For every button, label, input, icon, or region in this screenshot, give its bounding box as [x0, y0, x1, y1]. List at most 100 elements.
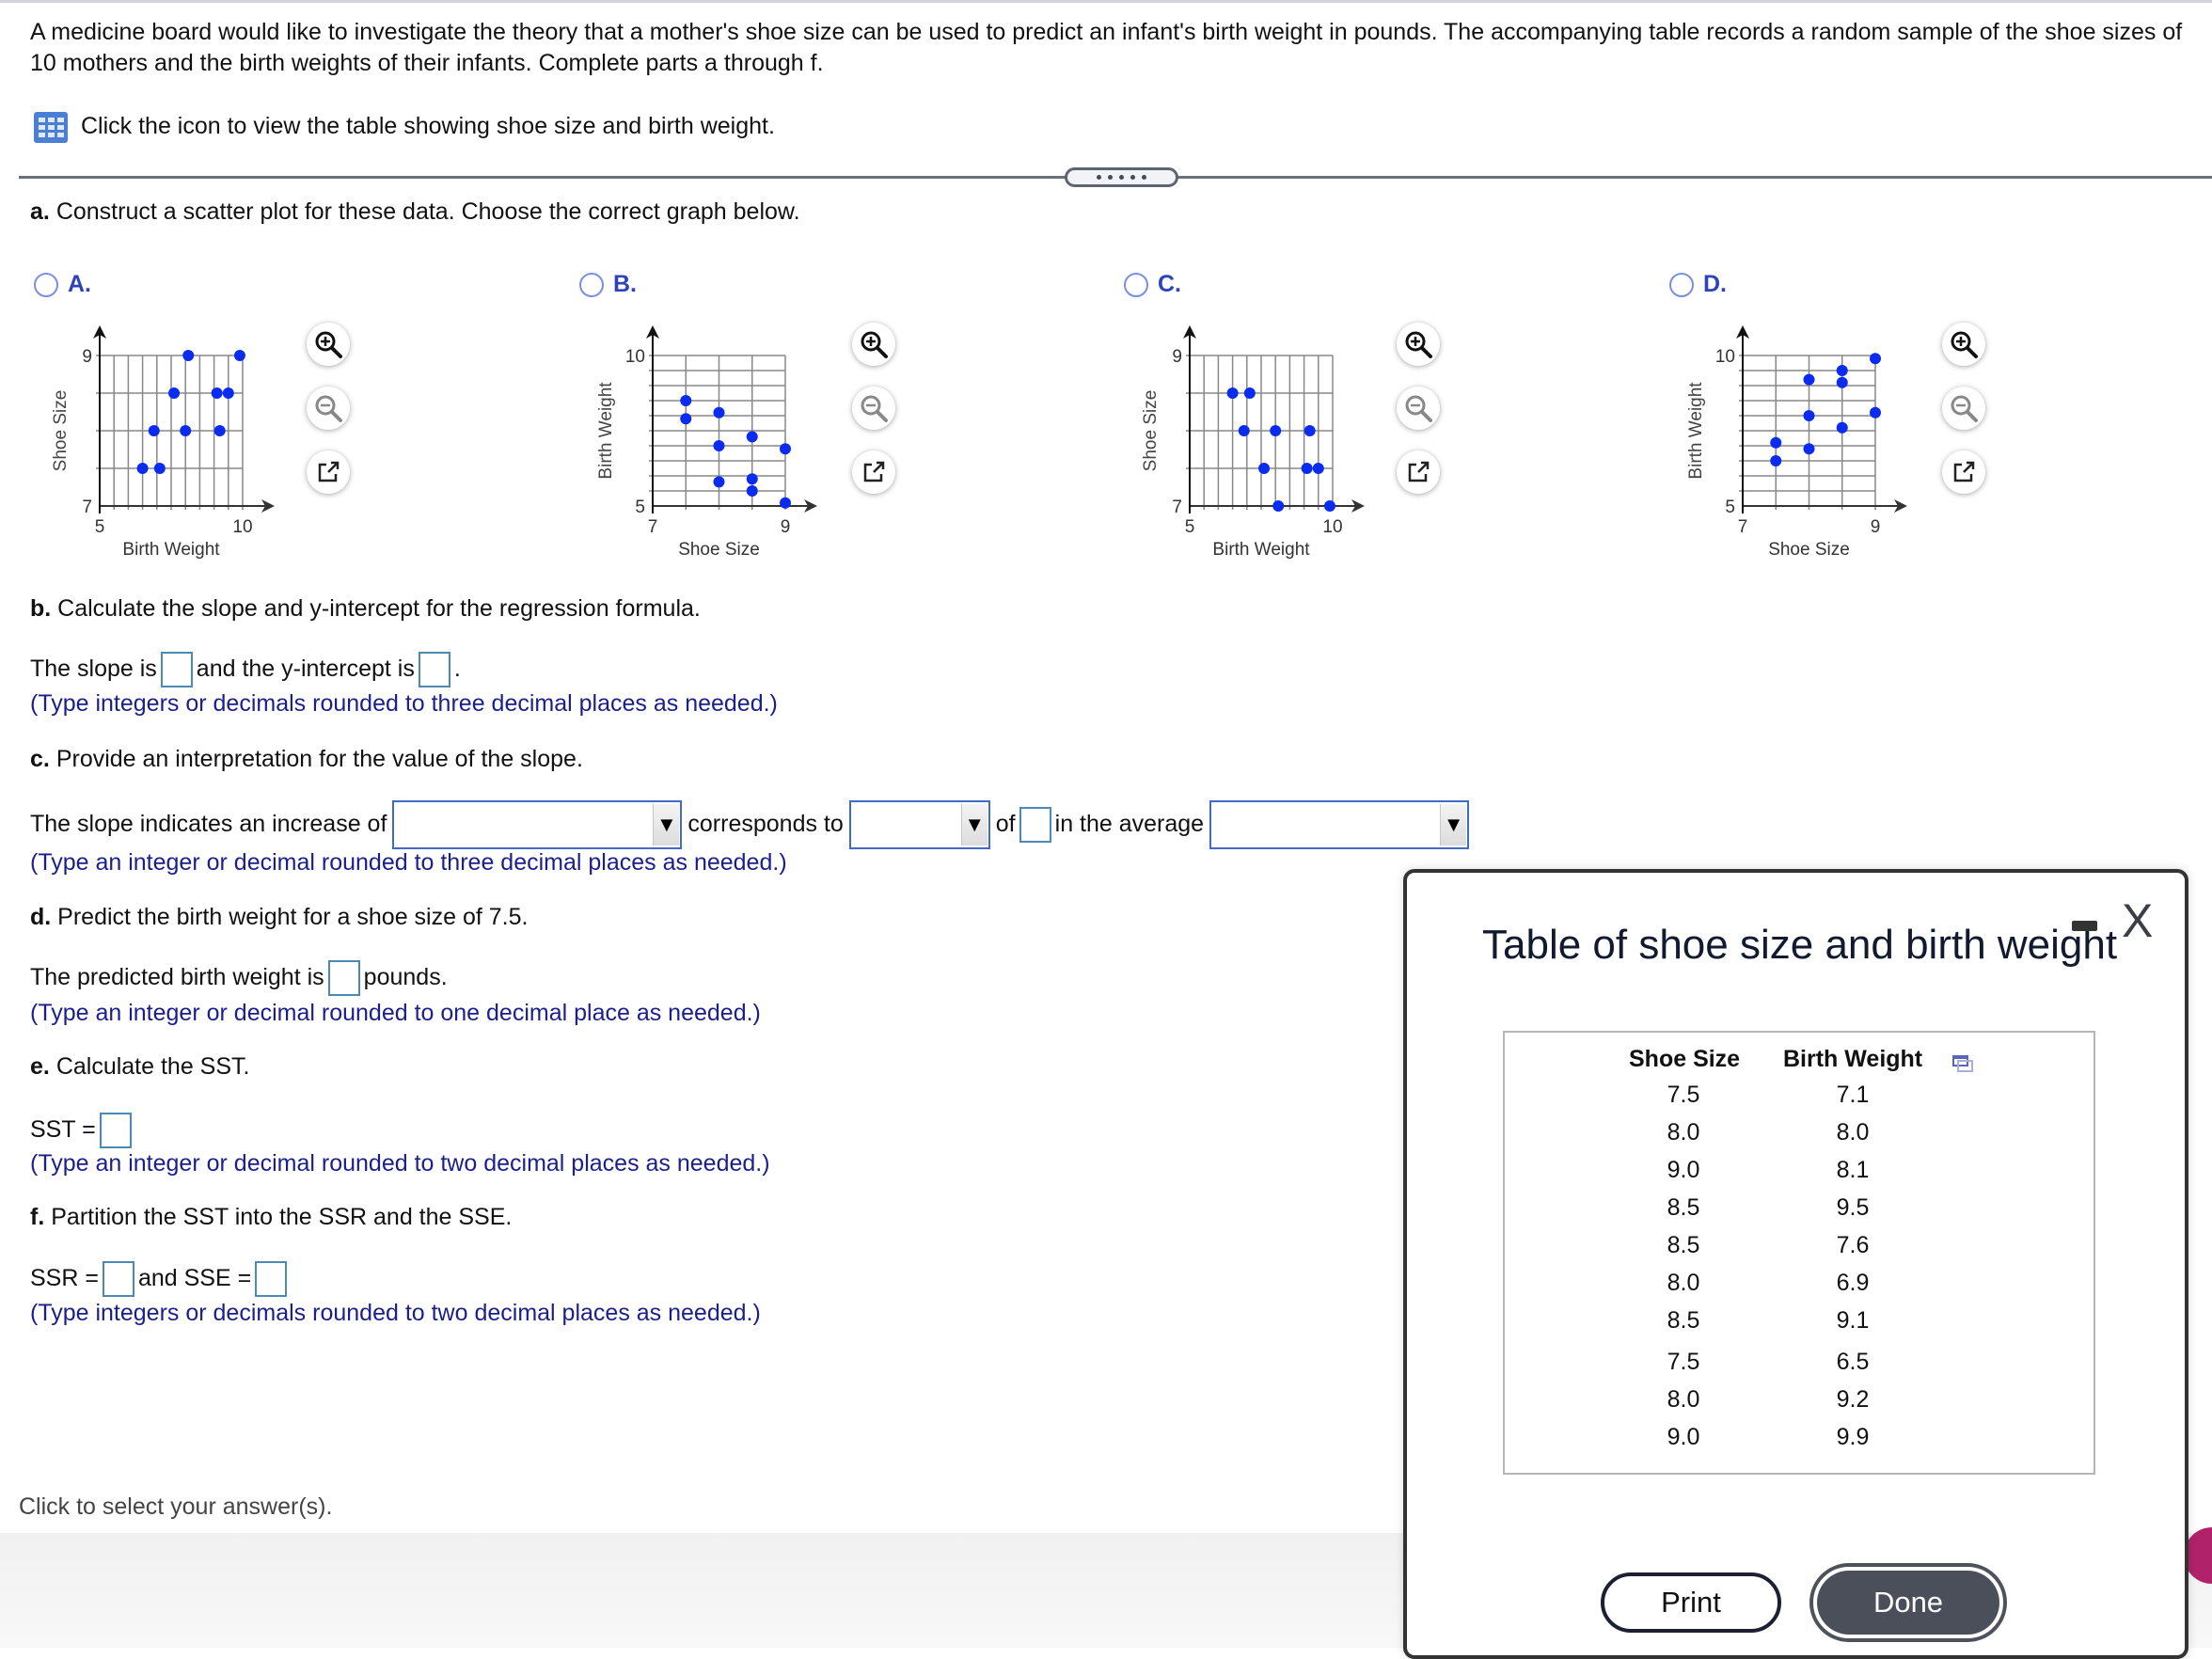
cell-shoe-size: 7.5: [1667, 1082, 1700, 1108]
interp-text-4: in the average: [1054, 811, 1205, 837]
zoom-out-icon[interactable]: [307, 387, 350, 430]
print-button[interactable]: Print: [1601, 1572, 1781, 1633]
y-tick-label: 9: [82, 347, 92, 367]
cell-shoe-size: 8.0: [1667, 1270, 1700, 1296]
y-axis-label: Shoe Size: [1141, 390, 1161, 472]
pop-out-icon[interactable]: [1397, 450, 1440, 494]
x-axis-label: Birth Weight: [1212, 540, 1310, 560]
sse-input[interactable]: [255, 1261, 288, 1298]
zoom-in-icon[interactable]: [307, 323, 350, 366]
prediction-input[interactable]: [327, 960, 360, 997]
table-link-row[interactable]: Click the icon to view the table showing…: [34, 111, 775, 143]
ssr-input[interactable]: [102, 1261, 134, 1298]
interp-text-3: of: [995, 811, 1016, 837]
data-point: [1301, 463, 1313, 474]
data-point: [182, 350, 195, 361]
option-b[interactable]: B. 7 9 5 10 Shoe Size Birth Weight: [579, 271, 1106, 572]
zoom-in-icon[interactable]: [852, 323, 895, 366]
data-point: [680, 413, 692, 425]
x-tick-label: 5: [1185, 517, 1195, 537]
data-point: [153, 463, 166, 474]
part-d-prompt: d. Predict the birth weight for a shoe s…: [30, 902, 528, 932]
variable-dropdown[interactable]: ▼: [1209, 800, 1470, 850]
scatter-plot-d: 7 9 5 10 Shoe Size Birth Weight: [1686, 325, 1907, 560]
cell-birth-weight: 9.9: [1836, 1424, 1870, 1450]
cell-birth-weight: 9.2: [1836, 1386, 1870, 1413]
x-tick-label: 10: [232, 517, 252, 537]
dropdown-arrow-icon[interactable]: ▼: [653, 804, 680, 846]
data-point: [1803, 410, 1815, 421]
interp-text-2: corresponds to: [687, 811, 844, 837]
x-tick-label: 5: [95, 517, 105, 537]
x-axis-label: Shoe Size: [1768, 540, 1850, 560]
slope-intercept-row: The slope is and the y-intercept is.: [30, 649, 461, 688]
zoom-out-icon[interactable]: [1397, 387, 1440, 430]
part-c-label: c.: [30, 746, 50, 772]
column-header-birth-weight: Birth Weight: [1783, 1046, 1923, 1072]
data-point: [136, 463, 149, 474]
slope-input[interactable]: [160, 652, 193, 688]
y-tick-label: 9: [1172, 347, 1182, 367]
table-icon[interactable]: [34, 111, 68, 143]
data-point: [780, 443, 791, 455]
change-amount-input[interactable]: [1019, 807, 1051, 844]
cell-shoe-size: 8.5: [1667, 1307, 1700, 1334]
prediction-row: The predicted birth weight is pounds.: [30, 957, 448, 997]
part-f-prompt: f. Partition the SST into the SSR and th…: [30, 1202, 512, 1232]
option-c[interactable]: C. 5 10 7 9 Birth Weight Shoe Size: [1124, 271, 1651, 572]
part-d-text: Predict the birth weight for a shoe size…: [57, 904, 529, 930]
data-point: [211, 387, 223, 399]
cell-shoe-size: 8.5: [1667, 1194, 1700, 1221]
pop-out-icon[interactable]: [852, 450, 895, 494]
increase-unit-dropdown[interactable]: ▼: [392, 800, 683, 850]
data-point: [713, 406, 725, 419]
data-point: [1312, 463, 1324, 474]
option-d[interactable]: D. 7 9 5 10 Shoe Size Birth Weight: [1669, 271, 2196, 572]
part-e-text: Calculate the SST.: [55, 1053, 250, 1080]
top-border: [0, 0, 2212, 3]
option-a[interactable]: A. 5 10 7 9 Birth Weight Shoe Size: [34, 271, 561, 572]
data-point: [1870, 353, 1881, 365]
cell-birth-weight: 6.9: [1836, 1270, 1870, 1296]
y-tick-label: 7: [1172, 498, 1182, 517]
cell-birth-weight: 7.1: [1836, 1082, 1870, 1108]
sst-input[interactable]: [99, 1113, 132, 1149]
cell-shoe-size: 8.5: [1667, 1232, 1700, 1258]
ssr-label: SSR =: [30, 1265, 99, 1291]
part-d-hint: (Type an integer or decimal rounded to o…: [30, 1000, 761, 1026]
x-tick-label: 10: [1322, 517, 1342, 537]
scatter-plot-c: 5 10 7 9 Birth Weight Shoe Size: [1141, 325, 1365, 560]
part-e-label: e.: [30, 1053, 50, 1080]
data-point: [1870, 406, 1881, 419]
pane-resize-handle[interactable]: [1065, 167, 1178, 187]
intercept-input[interactable]: [418, 652, 450, 688]
zoom-in-icon[interactable]: [1942, 323, 1985, 366]
part-f-hint: (Type integers or decimals rounded to tw…: [30, 1300, 761, 1326]
data-point: [1836, 421, 1848, 434]
zoom-in-icon[interactable]: [1397, 323, 1440, 366]
cell-shoe-size: 8.0: [1667, 1386, 1700, 1413]
zoom-out-icon[interactable]: [1942, 387, 1985, 430]
pop-out-icon[interactable]: [1942, 450, 1985, 494]
close-icon[interactable]: X: [2122, 893, 2153, 948]
data-point: [1258, 463, 1271, 474]
y-tick-label: 7: [82, 498, 92, 517]
data-point: [222, 387, 234, 399]
zoom-out-icon[interactable]: [852, 387, 895, 430]
part-a-text: Construct a scatter plot for these data.…: [55, 198, 800, 225]
data-point: [180, 425, 192, 436]
data-point: [1803, 443, 1815, 455]
part-b-prompt: b. Calculate the slope and y-intercept f…: [30, 593, 701, 624]
data-table: Shoe Size Birth Weight 7.5 7.1 8.0 8.0 9.0 8.…: [1503, 1031, 2095, 1475]
direction-dropdown[interactable]: ▼: [848, 800, 990, 850]
dropdown-arrow-icon[interactable]: ▼: [1440, 804, 1467, 846]
pop-out-icon[interactable]: [307, 450, 350, 494]
minimize-icon[interactable]: [2072, 921, 2097, 931]
part-e-hint: (Type an integer or decimal rounded to t…: [30, 1150, 770, 1177]
part-c-prompt: c. Provide an interpretation for the val…: [30, 744, 583, 774]
copy-table-icon[interactable]: [1952, 1055, 1973, 1072]
dropdown-arrow-icon[interactable]: ▼: [960, 804, 988, 846]
done-button[interactable]: Done: [1809, 1563, 2007, 1642]
data-point: [1323, 500, 1335, 512]
y-tick-label: 10: [1715, 347, 1735, 367]
